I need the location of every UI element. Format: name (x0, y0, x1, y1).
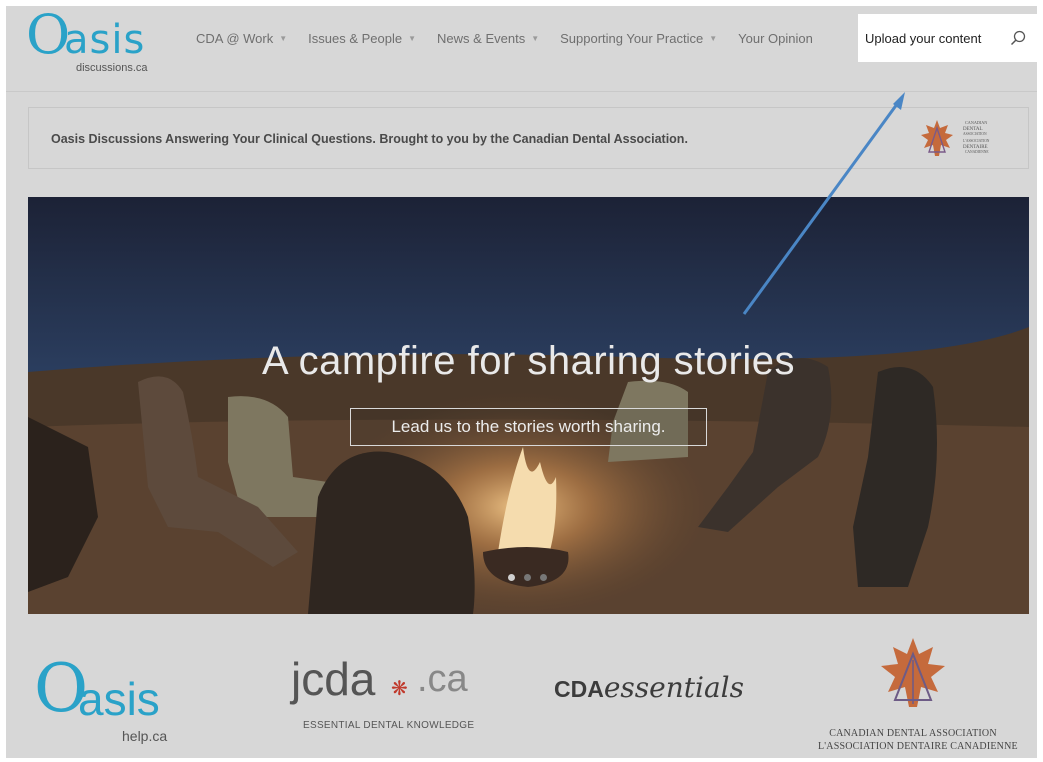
page: O asis discussions.ca CDA @ Work ▼ Issue… (6, 6, 1037, 758)
cda-essentials-logo[interactable]: CDAessentials (554, 671, 744, 704)
partner-logos: O asis help.ca jcda ❋ .ca ESSENTIAL DENT… (6, 626, 1037, 756)
chevron-down-icon: ▼ (531, 33, 540, 43)
maple-leaf-icon: ❋ (391, 678, 408, 700)
nav-item-label: Your Opinion (738, 30, 813, 46)
campfire-photo (28, 197, 1029, 614)
oasis-help-sub: help.ca (122, 728, 168, 744)
main-nav: CDA @ Work ▼ Issues & People ▼ News & Ev… (196, 28, 834, 48)
chevron-down-icon: ▼ (408, 33, 417, 43)
nav-item-label: Supporting Your Practice (560, 30, 704, 46)
jcda-main: jcda (291, 653, 376, 705)
nav-item-news-events[interactable]: News & Events ▼ (437, 31, 539, 46)
cda-essentials-ess: essentials (603, 671, 744, 704)
hero-slider[interactable]: A campfire for sharing stories Lead us t… (28, 197, 1029, 614)
banner-text: Oasis Discussions Answering Your Clinica… (51, 132, 688, 146)
upload-content-link[interactable]: Upload your content (865, 31, 981, 46)
cda-logo-line-2: L'ASSOCIATION DENTAIRE CANADIENNE (818, 741, 1018, 752)
maple-leaf-crest-icon (881, 638, 945, 707)
logo-word: asis (64, 17, 146, 63)
nav-item-your-opinion[interactable]: Your Opinion (738, 31, 813, 46)
nav-item-issues-people[interactable]: Issues & People ▼ (308, 31, 416, 46)
chevron-down-icon: ▼ (709, 33, 718, 43)
cda-small-line-6: CANADIENNE (965, 150, 989, 154)
oasis-help-word: asis (78, 673, 160, 725)
nav-item-label: News & Events (437, 30, 526, 46)
site-header: O asis discussions.ca CDA @ Work ▼ Issue… (6, 6, 1037, 92)
cda-logo-small[interactable]: CANADIAN DENTAL ASSOCIATION L'ASSOCIATIO… (913, 114, 1003, 164)
oasis-discussions-logo[interactable]: O asis discussions.ca (26, 8, 166, 76)
cda-essentials-cda: CDA (554, 676, 604, 702)
slider-dots (508, 574, 547, 581)
cda-logo-line-1: CANADIAN DENTAL ASSOCIATION (829, 728, 997, 739)
hero-cta-button[interactable]: Lead us to the stories worth sharing. (350, 408, 707, 446)
hero-title: A campfire for sharing stories (262, 339, 795, 383)
nav-item-label: CDA @ Work (196, 30, 274, 46)
search-icon[interactable] (1009, 29, 1027, 47)
upload-content-highlight: Upload your content (858, 14, 1037, 62)
logo-subtitle: discussions.ca (76, 62, 148, 74)
cda-logo[interactable]: CANADIAN DENTAL ASSOCIATION L'ASSOCIATIO… (818, 632, 1018, 752)
cda-small-line-4: L'ASSOCIATION (963, 139, 990, 143)
sponsor-banner: Oasis Discussions Answering Your Clinica… (28, 107, 1029, 169)
jcda-logo[interactable]: jcda ❋ .ca ESSENTIAL DENTAL KNOWLEDGE (291, 656, 481, 736)
cda-small-line-1: CANADIAN (965, 120, 987, 125)
nav-item-cda-at-work[interactable]: CDA @ Work ▼ (196, 31, 287, 46)
slider-dot-3[interactable] (540, 574, 547, 581)
oasis-help-logo[interactable]: O asis help.ca (34, 656, 194, 745)
chevron-down-icon: ▼ (279, 33, 288, 43)
nav-item-supporting-practice[interactable]: Supporting Your Practice ▼ (560, 31, 717, 46)
slider-dot-2[interactable] (524, 574, 531, 581)
cda-small-line-3: ASSOCIATION (963, 132, 987, 136)
jcda-tagline: ESSENTIAL DENTAL KNOWLEDGE (303, 720, 475, 731)
nav-item-label: Issues & People (308, 30, 403, 46)
slider-dot-1[interactable] (508, 574, 515, 581)
jcda-ca: .ca (417, 658, 468, 700)
